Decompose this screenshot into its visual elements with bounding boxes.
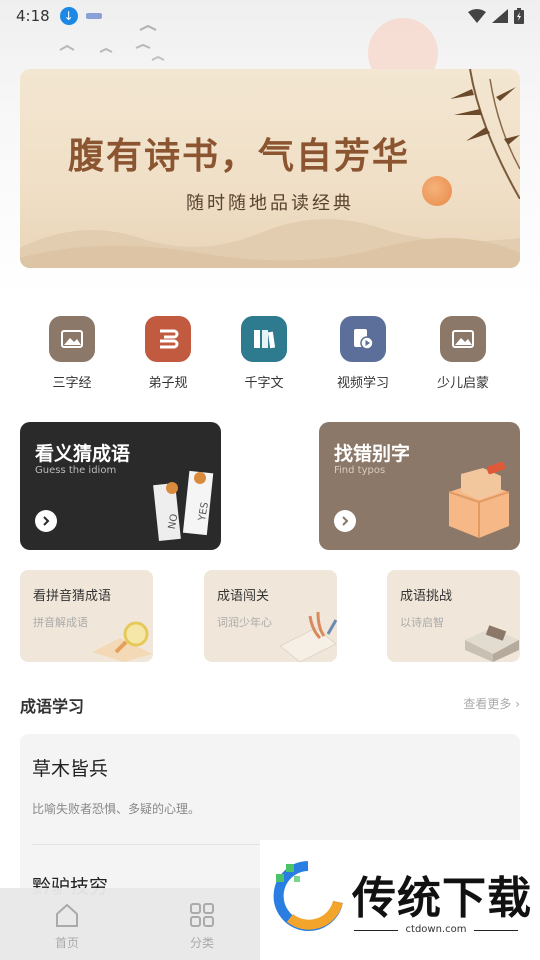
books-icon <box>241 316 287 362</box>
watermark-text: 传统下载 <box>352 873 532 924</box>
card-subtitle: 词润少年心 <box>217 616 272 629</box>
quick-nav-sanzijing[interactable]: 三字经 <box>22 316 122 391</box>
yes-no-signs-illustration: NO YES <box>153 470 214 541</box>
view-more-link[interactable]: 查看更多 › <box>463 695 520 712</box>
book-stack-illustration <box>465 625 519 662</box>
card-title: 成语闯关 <box>217 589 270 604</box>
idiom-challenge-card[interactable]: 成语挑战 以诗启智 <box>387 570 520 662</box>
magnifier-book-illustration <box>92 621 152 662</box>
quick-nav-dizigui[interactable]: 弟子规 <box>118 316 218 391</box>
grid-icon <box>190 903 214 927</box>
chevron-right-icon: › <box>515 697 520 711</box>
quick-nav-qianziwen[interactable]: 千字文 <box>214 316 314 391</box>
tab-label: 首页 <box>54 936 79 950</box>
section-title: 成语学习 <box>20 697 85 716</box>
tab-label: 分类 <box>189 936 214 950</box>
notification-icon <box>85 13 102 19</box>
banner-title: 腹有诗书，气自芳华 <box>68 135 411 177</box>
scroll-icon <box>145 316 191 362</box>
status-bar: 4:18 ↓ <box>0 0 540 32</box>
scroll-brush-illustration <box>279 611 337 662</box>
image-icon <box>49 316 95 362</box>
guess-idiom-card[interactable]: 看义猜成语 Guess the idiom NO YES <box>20 422 221 550</box>
watermark-overlay: 传统下载 ctdown.com <box>260 840 540 960</box>
quick-nav: 三字经 弟子规 千字文 视频学习 少儿启蒙 <box>22 316 522 396</box>
quick-nav-video[interactable]: 视频学习 <box>313 316 413 391</box>
quick-nav-label: 三字经 <box>52 376 92 391</box>
quick-nav-label: 千字文 <box>244 376 284 391</box>
video-icon <box>340 316 386 362</box>
watermark-logo-icon <box>273 861 343 931</box>
pinyin-guess-card[interactable]: 看拼音猜成语 拼音解成语 <box>20 570 153 662</box>
card-title: 看义猜成语 <box>35 443 131 465</box>
signal-icon <box>492 9 508 23</box>
card-title: 看拼音猜成语 <box>33 589 112 604</box>
idiom-description: 比喻失败者恐惧、多疑的心理。 <box>32 802 201 816</box>
quick-nav-enlightenment[interactable]: 少儿启蒙 <box>413 316 513 391</box>
idiom-name[interactable]: 草木皆兵 <box>32 754 108 781</box>
card-title: 成语挑战 <box>400 589 453 604</box>
battery-icon <box>514 8 524 24</box>
card-subtitle: 拼音解成语 <box>33 616 88 629</box>
status-time: 4:18 <box>16 7 50 25</box>
view-more-label: 查看更多 <box>463 697 512 711</box>
yes-sign-label: YES <box>197 501 211 522</box>
card-subtitle: Guess the idiom <box>35 465 117 476</box>
arrow-right-icon[interactable] <box>35 510 57 532</box>
tab-home[interactable]: 首页 <box>37 902 97 951</box>
home-icon <box>56 903 78 927</box>
download-icon: ↓ <box>59 7 78 25</box>
quick-nav-label: 弟子规 <box>148 376 188 391</box>
mountains-decoration <box>20 219 520 268</box>
quick-nav-label: 视频学习 <box>336 376 389 391</box>
hero-banner[interactable]: 腹有诗书，气自芳华 随时随地品读经典 <box>20 69 520 268</box>
image-icon <box>440 316 486 362</box>
tab-category[interactable]: 分类 <box>172 902 232 951</box>
wifi-icon <box>468 9 486 23</box>
quick-nav-label: 少儿启蒙 <box>436 376 489 391</box>
boxes-illustration <box>448 462 510 538</box>
card-title: 找错别字 <box>334 443 411 465</box>
idiom-section-header: 成语学习 查看更多 › <box>20 693 520 717</box>
card-subtitle: Find typos <box>334 465 386 476</box>
card-subtitle: 以诗启智 <box>400 616 444 629</box>
find-typos-card[interactable]: 找错别字 Find typos <box>319 422 520 550</box>
divider <box>474 930 518 931</box>
arrow-right-icon[interactable] <box>334 510 356 532</box>
idiom-levels-card[interactable]: 成语闯关 词润少年心 <box>204 570 337 662</box>
